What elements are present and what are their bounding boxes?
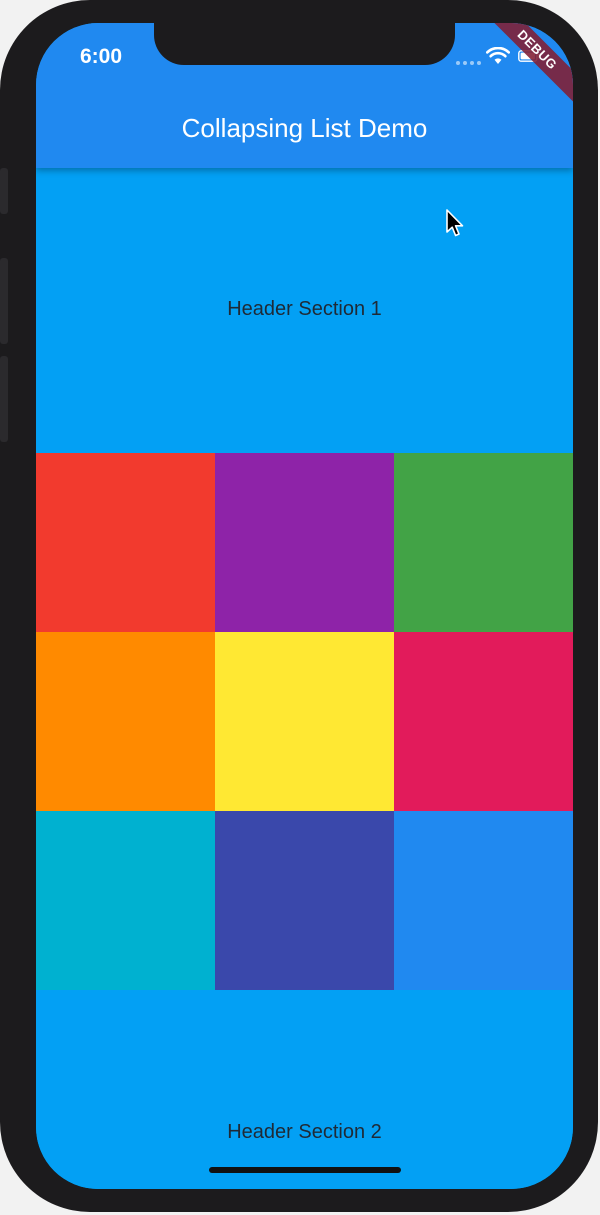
grid-tile[interactable] [394,811,573,990]
grid-tile[interactable] [215,632,394,811]
mouse-cursor-icon [446,209,464,237]
grid-tile[interactable] [215,811,394,990]
phone-frame: 6:00 Collapsing List Demo DEBUG Header S… [0,0,598,1212]
wifi-icon [486,47,510,64]
color-grid[interactable] [36,453,573,990]
section-header-2: Header Section 2 [36,990,573,1189]
volume-down-button [0,356,8,442]
grid-tile[interactable] [36,632,215,811]
grid-tile[interactable] [36,811,215,990]
section-header-2-label: Header Section 2 [227,1121,382,1143]
volume-up-button [0,258,8,344]
home-indicator[interactable] [209,1167,401,1173]
section-header-1-label: Header Section 1 [227,298,382,320]
status-time: 6:00 [80,45,123,68]
section-header-1: Header Section 1 [36,168,573,453]
grid-tile[interactable] [36,453,215,632]
mute-switch [0,168,8,214]
grid-tile[interactable] [394,453,573,632]
phone-screen: 6:00 Collapsing List Demo DEBUG Header S… [36,23,573,1189]
notch [154,23,455,65]
app-bar-title: Collapsing List Demo [181,113,428,143]
cellular-signal-icon [456,61,486,65]
grid-tile[interactable] [215,453,394,632]
grid-tile[interactable] [394,632,573,811]
